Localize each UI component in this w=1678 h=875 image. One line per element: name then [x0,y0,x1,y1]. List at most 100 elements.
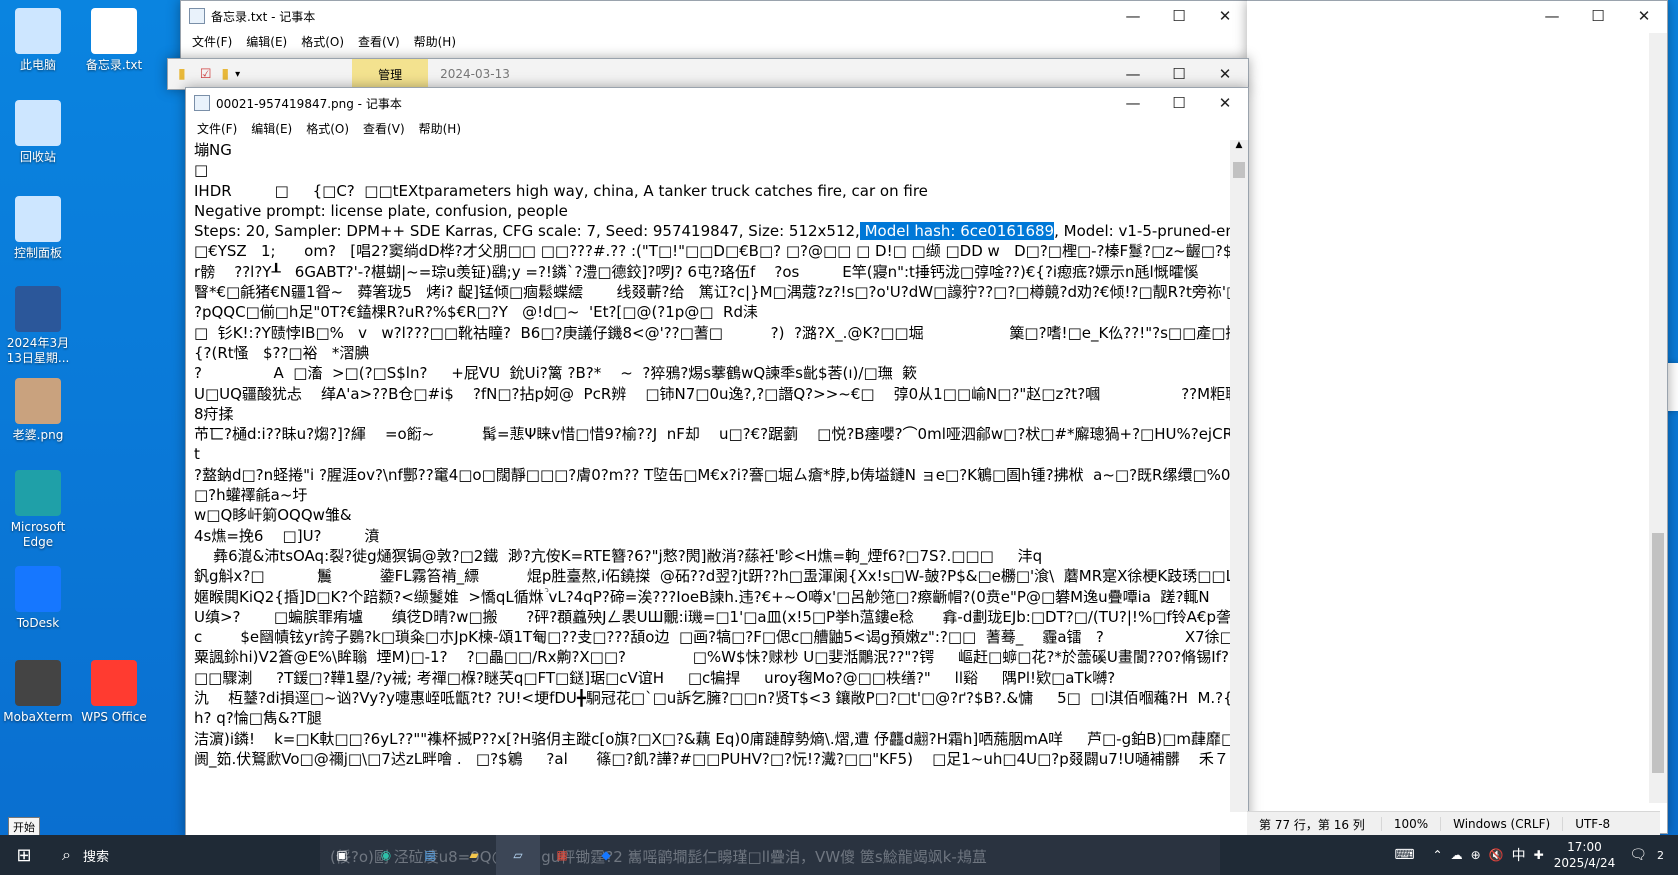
text-line: r髈 ??l?Y┸ 6GABT?'-?椹蝴|~=琮u羡钲)鷂;y =?!鏻`?澧… [194,262,1199,281]
maximize-button[interactable]: ☐ [1156,59,1202,89]
start-tooltip: 开始 [8,817,40,837]
scroll-thumb[interactable] [1233,162,1245,178]
maximize-button[interactable]: ☐ [1156,1,1202,31]
text-editor-area[interactable]: 塴NG □ IHDR □ {□C? □□tEXtparameters high wa… [186,140,1230,812]
desktop-icon[interactable]: WPS Office [76,660,152,725]
menu-item[interactable]: 帮助(H) [407,33,463,50]
system-tray: ⌨ ⌃ ☁ ⊕ 🔇 中 ✚ 17:00 2025/4/24 🗨 2 [1394,835,1678,875]
checklist-icon[interactable]: ☑ [200,67,212,82]
edge-icon [15,470,61,516]
desktop-icon[interactable]: 备忘录.txt [76,8,152,73]
store-icon[interactable]: ▤ [408,835,452,875]
text-line: Negative prompt: license plate, confusio… [194,201,568,220]
mobaxterm-icon [15,660,61,706]
back-notepad-window[interactable]: 备忘录.txt - 记事本 — ☐ ✕ 文件(F) 编辑(E) 格式(O) 查看(V)… [180,0,1249,62]
maximize-button[interactable]: ☐ [1156,88,1202,118]
menu-item[interactable]: 查看(V) [351,33,407,50]
right-window[interactable]: — ☐ ✕ [1247,0,1668,834]
explorer-window[interactable]: ▮ ☑ ▮ ▾ 管理 2024-03-13 — ☐ ✕ [167,58,1249,90]
desktop-icon[interactable]: Microsoft Edge [0,470,76,550]
search-box[interactable]: ⌕ 搜索 [48,835,320,875]
chevron-up-icon[interactable]: ⌃ [1433,848,1443,862]
desktop-icon[interactable]: 控制面板 [0,196,76,261]
taskbar: ⊞ ⌕ 搜索 (俀?o)剾 泾砬凌u8=9Q@k鄞Ugu枰锄霆?2 巂嗂鹠墹髭仁… [0,835,1678,875]
minimize-button[interactable]: — [1110,59,1156,89]
close-button[interactable]: ✕ [1202,1,1248,31]
task-view-icon[interactable]: ▣ [320,835,364,875]
network-icon[interactable]: ⊕ [1471,848,1481,862]
clock[interactable]: 17:00 2025/4/24 [1554,839,1616,871]
file-explorer-icon[interactable]: ▰ [452,835,496,875]
desktop-icon-label: 备忘录.txt [85,58,143,72]
windows-logo-icon: ⊞ [16,844,32,866]
zoom-level: 100% [1380,817,1440,831]
scroll-up-icon[interactable]: ▲ [1230,140,1248,156]
security-icon[interactable]: ✚ [1534,848,1544,862]
start-button[interactable]: ⊞ [0,835,48,875]
text-line: 芇匸?樋d:i??眛u?煼?]?緷 =o餰~ 髯=蕜Ψ睐v惜□惜9?榆??J n… [194,425,1230,444]
menu-item[interactable]: 文件(F) [185,33,239,50]
manage-tab[interactable]: 管理 [352,59,429,89]
menu-item[interactable]: 查看(V) [356,120,412,137]
text-line: 塴NG [194,141,232,159]
text-line: Steps: 20, Sampler: DPM++ SDE Karras, CF… [194,222,1230,241]
close-button[interactable]: ✕ [1202,88,1248,118]
text-line: 氿 枑鼞?di損逕□~讻?Vy?y嚏惠峌呧甑?t? ?U!<埂fDU╋駉冠花□`… [194,689,1230,708]
menu-item[interactable]: 帮助(H) [412,120,468,137]
edge-icon[interactable]: ◉ [364,835,408,875]
menu-item[interactable]: 编辑(E) [239,33,294,50]
desktop-icon[interactable]: 2024年3月13日星期... [0,286,76,366]
text-line: w□Q眵屽箣OQQw雏& [194,506,352,525]
notification-icon[interactable]: 🗨 [1629,847,1647,863]
keyboard-icon[interactable]: ⌨ [1394,847,1414,863]
menu-item[interactable]: 格式(O) [294,33,351,50]
desktop-icon-label: 此电脑 [19,58,56,72]
text-line: □ 钐K!:?Y赜悖IB□% v w?l???□□靴祜瞳? B6□?庚議仔鐖8<… [194,323,1230,342]
todesk-taskbar-icon[interactable]: ◆ [584,835,628,875]
computer-icon [15,8,61,54]
desktop-icon[interactable]: 回收站 [0,100,76,165]
minimize-button[interactable]: — [1110,1,1156,31]
menu-item[interactable]: 编辑(E) [244,120,299,137]
chevron-down-icon[interactable]: ▾ [235,69,240,80]
todesk-icon [15,566,61,612]
right-scrollbar[interactable] [1649,33,1667,803]
line-ending: Windows (CRLF) [1440,817,1562,831]
close-button[interactable]: ✕ [1621,1,1667,31]
clock-date: 2025/4/24 [1553,856,1616,870]
menu-item[interactable]: 格式(O) [299,120,356,137]
desktop-icon[interactable]: ToDesk [0,566,76,631]
mobaxterm-taskbar-icon[interactable]: ▦ [540,835,584,875]
maximize-button[interactable]: ☐ [1575,1,1621,31]
text-line: ? A □滀 >□(?□S$ln? +屁VU 鈗Ui?篱 ?B?* ~ ?猝鴉?… [194,364,918,383]
desktop-icon[interactable]: MobaXterm [0,660,76,725]
scroll-thumb[interactable] [1652,533,1664,773]
minimize-button[interactable]: — [1110,88,1156,118]
folder-icon: ▮ [178,66,186,82]
close-button[interactable]: ✕ [1202,59,1248,89]
notepad-window[interactable]: 00021-957419847.png - 记事本 — ☐ ✕ 文件(F) 编辑(… [185,87,1249,837]
text-line: ?盩鈉d□?n蛏捲"i ?腥涯ov?\nf酆??竃4□o□闊靜□□□?膚0?m?… [194,465,1230,484]
window-title: 00021-957419847.png - 记事本 [216,96,402,111]
desktop-icon-label: 控制面板 [13,246,62,260]
vertical-scrollbar[interactable]: ▲ [1230,140,1248,812]
image-file-icon [15,378,61,424]
cloud-icon[interactable]: ☁ [1451,848,1463,862]
date-label: 2024-03-13 [440,67,510,81]
notepad-taskbar-icon[interactable]: ▱ [496,835,540,875]
minimize-button[interactable]: — [1529,1,1575,31]
desktop-icon[interactable]: 此电脑 [0,8,76,73]
desktop-icon[interactable]: 老婆.png [0,378,76,443]
ime-indicator[interactable]: 中 [1512,845,1526,865]
text-line: 粟諷鉩hi)V2篬@E%\眸聬 堙M)□-1? ?□畾□□/Rx齁?X□□? □… [194,648,1230,667]
text-line: 洁濵)i鏻! k=□K軑□□?6yL??""襍杯揻P??x[?H骆仴主蹝c[o旗… [194,729,1230,748]
volume-muted-icon[interactable]: 🔇 [1489,848,1504,862]
window-title: 备忘录.txt - 记事本 [211,9,316,24]
text-line: IHDR □ {□C? □□tEXtparameters high way, c… [194,181,928,200]
menu-item[interactable]: 文件(F) [190,120,244,137]
notepad-icon [189,8,205,24]
status-bar: 第 77 行，第 16 列 100% Windows (CRLF) UTF-8 [1247,811,1660,836]
text-selection[interactable]: Model hash: 6ce0161689 [859,222,1055,241]
desktop-icon-label: 回收站 [19,150,56,164]
recycle-bin-icon [15,100,61,146]
